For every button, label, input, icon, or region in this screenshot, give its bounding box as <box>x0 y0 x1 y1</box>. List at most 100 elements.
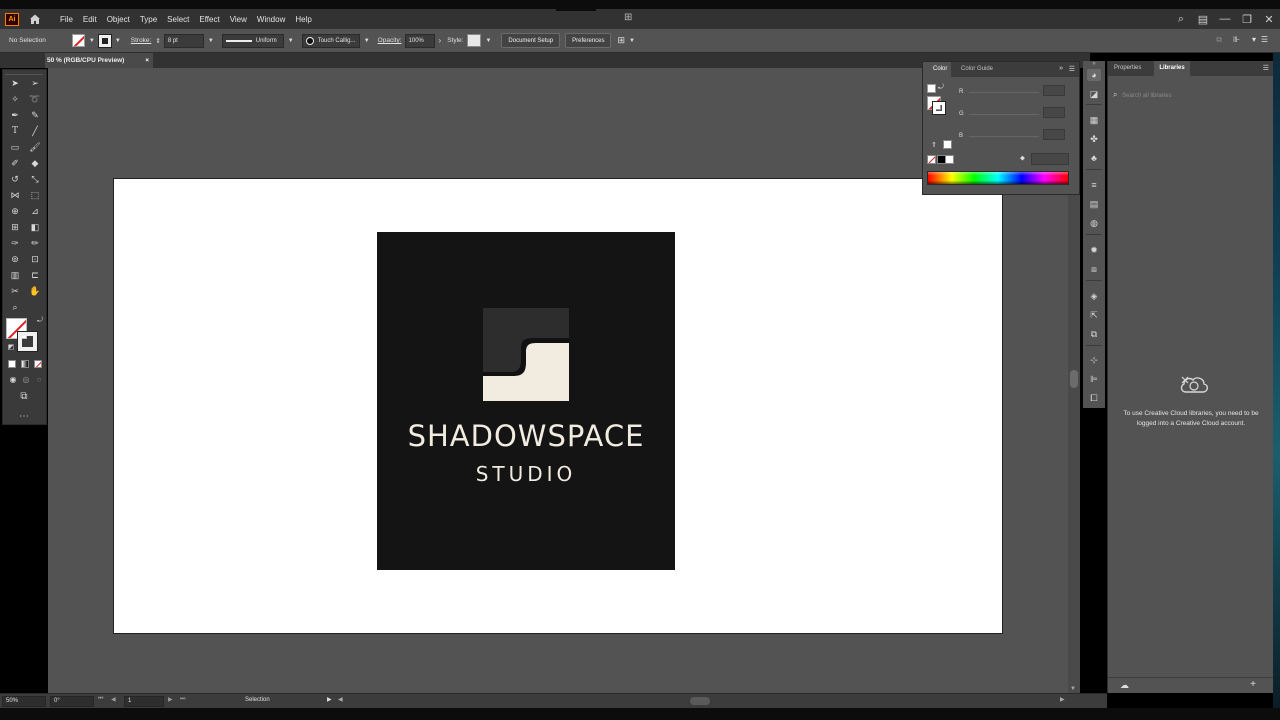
chevron-down-icon[interactable]: ▼ <box>288 38 294 44</box>
eyedropper-tool-icon[interactable]: ✑ <box>7 236 23 250</box>
transparency-icon[interactable]: ◍ <box>1087 217 1101 229</box>
chevron-down-icon[interactable]: ▼ <box>364 38 370 44</box>
arrange-documents-icon[interactable]: ⊞ <box>624 12 636 26</box>
graphic-style-swatch[interactable] <box>467 34 482 47</box>
scroll-right-icon[interactable]: ▶ <box>1060 696 1065 703</box>
tab-properties[interactable]: Properties <box>1114 61 1141 76</box>
chevron-down-icon[interactable]: ▼ <box>89 38 95 44</box>
slice-tool-icon[interactable]: ✂ <box>7 284 23 298</box>
free-transform-tool-icon[interactable]: ⬚ <box>27 188 43 202</box>
search-icon[interactable]: ⌕ <box>1173 11 1189 27</box>
graphic-styles-icon[interactable]: ⧈ <box>1087 263 1101 275</box>
mini-fill-icon[interactable] <box>927 84 936 93</box>
shape-builder-tool-icon[interactable]: ⊕ <box>7 204 23 218</box>
fill-swatch[interactable] <box>71 34 85 47</box>
layers-icon[interactable]: ◈ <box>1087 290 1101 302</box>
swatches-icon[interactable]: ▦ <box>1087 114 1101 126</box>
align-panel-icon[interactable]: ⊫ <box>1087 373 1101 385</box>
none-swatch[interactable] <box>927 155 936 164</box>
hand-tool-icon[interactable]: ✋ <box>27 284 43 298</box>
logo-artwork[interactable]: SHADOWSPACE STUDIO <box>377 232 675 570</box>
variable-width-profile[interactable]: Uniform <box>221 33 284 48</box>
first-artboard-icon[interactable]: ⏮ <box>98 696 103 703</box>
close-tab-icon[interactable]: × <box>145 53 149 68</box>
web-safe-swatch[interactable] <box>943 140 952 149</box>
scroll-left-icon[interactable]: ◀ <box>338 696 343 703</box>
channel-g-slider[interactable] <box>969 114 1039 115</box>
close-icon[interactable]: ✕ <box>1261 11 1277 27</box>
chevron-right-icon[interactable]: › <box>439 36 442 45</box>
align-icon[interactable]: ⧉ <box>1216 35 1222 45</box>
preferences-button[interactable]: Preferences <box>565 33 612 48</box>
rectangle-tool-icon[interactable]: ▭ <box>7 140 23 154</box>
panel-menu-icon[interactable]: ☰ <box>1069 65 1075 73</box>
channel-b-input[interactable] <box>1043 129 1065 140</box>
curvature-tool-icon[interactable]: ✎ <box>27 108 43 122</box>
stroke-weight-input[interactable]: 8 pt <box>163 33 204 48</box>
panel-menu-icon[interactable]: ☰ <box>1261 35 1268 44</box>
transform-panel-icon[interactable]: ⊹ <box>1087 354 1101 366</box>
chevron-down-icon[interactable]: ▼ <box>115 38 121 44</box>
color-spectrum-bar[interactable] <box>927 171 1069 185</box>
color-mode-icon[interactable] <box>8 360 16 368</box>
stroke-icon[interactable]: ≡ <box>1087 179 1101 191</box>
shaper-tool-icon[interactable]: ✐ <box>7 156 23 170</box>
document-tab[interactable]: 50 % (RGB/CPU Preview) × <box>45 53 153 68</box>
rotation-input[interactable]: 0° <box>50 696 94 707</box>
white-swatch[interactable] <box>945 155 954 164</box>
chevron-down-icon[interactable]: ▾ <box>1252 35 1256 44</box>
swap-fill-stroke-icon[interactable]: ⤾ <box>32 314 48 328</box>
tools-panel-grip[interactable] <box>5 71 43 75</box>
artboard-number-input[interactable]: 1 <box>124 696 164 707</box>
zoom-input[interactable]: 50% <box>2 696 46 707</box>
menu-file[interactable]: File <box>55 15 78 24</box>
color-panel-icon[interactable]: ◕ <box>1087 69 1101 81</box>
brushes-icon[interactable]: ✤ <box>1087 133 1101 145</box>
stroke-stepper-icon[interactable]: ⇕ <box>155 37 160 45</box>
collapse-strip-icon[interactable]: » <box>1083 61 1105 68</box>
arrange-icon[interactable]: ⊪ <box>1233 35 1240 44</box>
gradient-tool-icon[interactable]: ◧ <box>27 220 43 234</box>
menu-window[interactable]: Window <box>252 15 290 24</box>
library-search[interactable]: ⌕ Search all libraries <box>1113 90 1268 104</box>
status-menu-icon[interactable]: ▶ <box>327 696 332 703</box>
lasso-tool-icon[interactable]: ➰ <box>27 92 43 106</box>
stroke-swatch[interactable] <box>97 33 112 48</box>
zoom-tool-icon[interactable]: ⌕ <box>7 300 23 314</box>
channel-b-slider[interactable] <box>969 136 1039 137</box>
hex-input[interactable] <box>1031 153 1069 165</box>
document-setup-button[interactable]: Document Setup <box>501 33 561 48</box>
home-icon[interactable] <box>29 13 41 25</box>
asset-export-icon[interactable]: ⇱ <box>1087 309 1101 321</box>
menu-select[interactable]: Select <box>162 15 194 24</box>
artboards-icon[interactable]: ⧉ <box>1087 328 1101 340</box>
type-tool-icon[interactable]: T <box>7 124 23 138</box>
none-mode-icon[interactable] <box>34 360 42 368</box>
channel-g-input[interactable] <box>1043 107 1065 118</box>
width-tool-icon[interactable]: ⋈ <box>7 188 23 202</box>
mesh-tool-icon[interactable]: ⊞ <box>7 220 23 234</box>
symbol-sprayer-tool-icon[interactable]: ⊡ <box>27 252 43 266</box>
gradient-mode-icon[interactable] <box>21 360 29 368</box>
chevron-down-icon[interactable]: ▼ <box>485 38 491 44</box>
magic-wand-icon[interactable]: ✧ <box>7 92 23 106</box>
appearance-icon[interactable]: ✹ <box>1087 244 1101 256</box>
blend-tool-icon[interactable]: ⊚ <box>7 252 23 266</box>
expand-panel-icon[interactable]: » <box>1059 65 1063 72</box>
opacity-input[interactable]: 100% <box>404 33 435 48</box>
color-guide-icon[interactable]: ◪ <box>1087 88 1101 100</box>
restore-icon[interactable]: ❐ <box>1239 11 1255 27</box>
menu-effect[interactable]: Effect <box>194 15 224 24</box>
swap-icon[interactable]: ⤾ <box>938 84 944 92</box>
default-colors-icon[interactable]: ◩ <box>3 340 19 354</box>
pen-tool-icon[interactable]: ✒ <box>7 108 23 122</box>
artboard-tool-icon[interactable]: ⊏ <box>27 268 43 282</box>
chevron-down-icon[interactable]: ▼ <box>208 38 214 44</box>
previous-artboard-icon[interactable]: ◀ <box>111 696 116 703</box>
out-of-gamut-icon[interactable]: ⇑ <box>931 141 937 149</box>
tab-color-guide[interactable]: Color Guide <box>957 62 997 77</box>
panel-menu-icon[interactable]: ☰ <box>1263 61 1269 76</box>
panel-stroke-swatch[interactable] <box>932 101 946 115</box>
menu-help[interactable]: Help <box>290 15 316 24</box>
minimize-icon[interactable]: — <box>1217 11 1233 27</box>
